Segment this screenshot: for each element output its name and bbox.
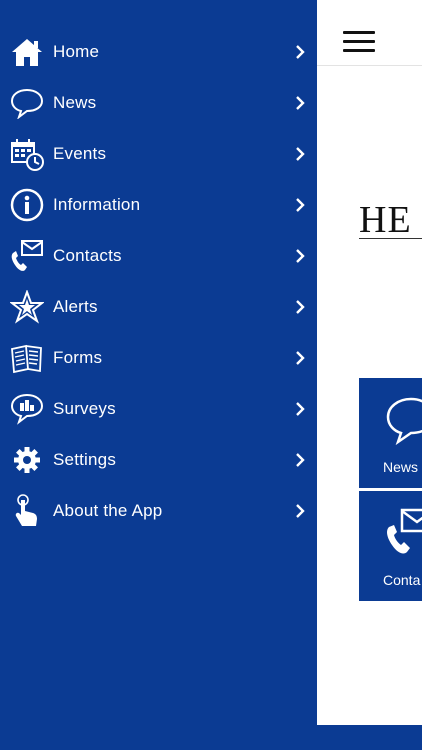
tile-label: News (383, 459, 419, 475)
hero-underline (359, 238, 422, 239)
menu-item-events[interactable]: Events (0, 128, 317, 179)
chevron-right-icon (296, 350, 305, 365)
menu-item-home[interactable]: Home (0, 26, 317, 77)
gear-icon (10, 443, 44, 477)
menu-item-label: Surveys (53, 398, 116, 418)
hero-title: HE (359, 199, 412, 241)
menu-item-label: About the App (53, 500, 163, 520)
menu-item-contacts[interactable]: Contacts (0, 230, 317, 281)
tap-hand-icon (10, 493, 44, 528)
menu-item-label: News (53, 92, 97, 112)
phone-mail-icon (10, 239, 44, 273)
forms-icon (10, 341, 44, 375)
home-icon (10, 35, 44, 69)
menu-item-label: Information (53, 194, 141, 214)
menu-item-alerts[interactable]: Alerts (0, 281, 317, 332)
chevron-right-icon (296, 44, 305, 59)
chevron-right-icon (296, 452, 305, 467)
chevron-right-icon (296, 95, 305, 110)
chevron-right-icon (296, 299, 305, 314)
chart-bubble-icon (10, 392, 44, 426)
tile-news[interactable]: News (359, 378, 422, 488)
chevron-right-icon (296, 401, 305, 416)
menu-item-forms[interactable]: Forms (0, 332, 317, 383)
info-icon (10, 188, 44, 222)
menu-item-label: Contacts (53, 245, 122, 265)
chevron-right-icon (296, 146, 305, 161)
phone-mail-icon (385, 507, 422, 562)
menu-item-label: Home (53, 41, 100, 61)
calendar-clock-icon (10, 137, 44, 171)
menu-item-information[interactable]: Information (0, 179, 317, 230)
tile-label: Conta (383, 572, 421, 588)
star-icon (10, 289, 44, 324)
top-bar (317, 0, 422, 66)
main-content-panel: HE News Conta (317, 0, 422, 725)
menu-item-label: Forms (53, 347, 103, 367)
chevron-right-icon (296, 248, 305, 263)
speech-bubble-icon (10, 86, 44, 120)
menu-item-about[interactable]: About the App (0, 485, 317, 536)
menu-item-label: Alerts (53, 296, 98, 316)
menu-item-surveys[interactable]: Surveys (0, 383, 317, 434)
menu-item-label: Events (53, 143, 107, 163)
chevron-right-icon (296, 197, 305, 212)
tile-contacts[interactable]: Conta (359, 491, 422, 601)
chevron-right-icon (296, 503, 305, 518)
hamburger-menu-icon[interactable] (343, 31, 375, 55)
menu-item-settings[interactable]: Settings (0, 434, 317, 485)
navigation-drawer: Home News Events Information Contacts Al… (0, 0, 317, 750)
menu-item-news[interactable]: News (0, 77, 317, 128)
menu-item-label: Settings (53, 449, 117, 469)
speech-bubble-icon (385, 396, 422, 451)
drawer-menu: Home News Events Information Contacts Al… (0, 26, 317, 536)
